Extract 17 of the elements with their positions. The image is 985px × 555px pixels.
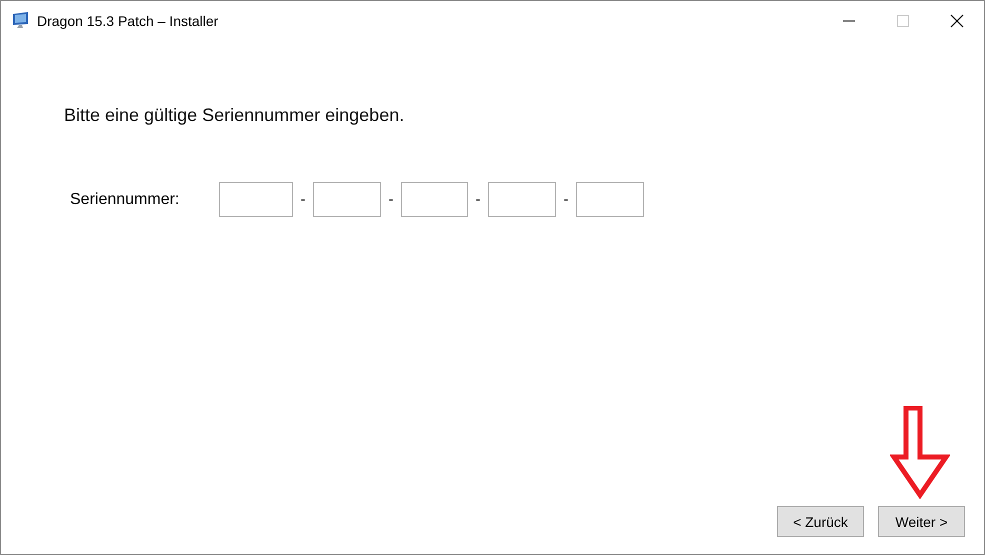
separator-text: - (300, 191, 306, 208)
close-icon (950, 14, 964, 28)
separator-text: - (388, 191, 394, 208)
wizard-button[interactable]: < Zurück (777, 506, 864, 537)
serial-field[interactable] (219, 182, 293, 217)
instruction-text: Bitte eine gültige Seriennummer eingeben. (64, 105, 406, 126)
serial-field[interactable] (576, 182, 644, 217)
serial-field[interactable] (401, 182, 468, 217)
separator-text: - (474, 191, 482, 208)
serial-field[interactable] (313, 182, 381, 217)
window-title: Dragon 15.3 Patch – Installer (37, 13, 218, 29)
wizard-button[interactable]: Weiter > (878, 506, 965, 537)
maximize-icon (897, 15, 909, 27)
monitor-icon (11, 12, 31, 30)
separator-text: - (562, 191, 570, 208)
serial-field[interactable] (488, 182, 556, 217)
serial-label: Seriennummer: (70, 190, 180, 208)
